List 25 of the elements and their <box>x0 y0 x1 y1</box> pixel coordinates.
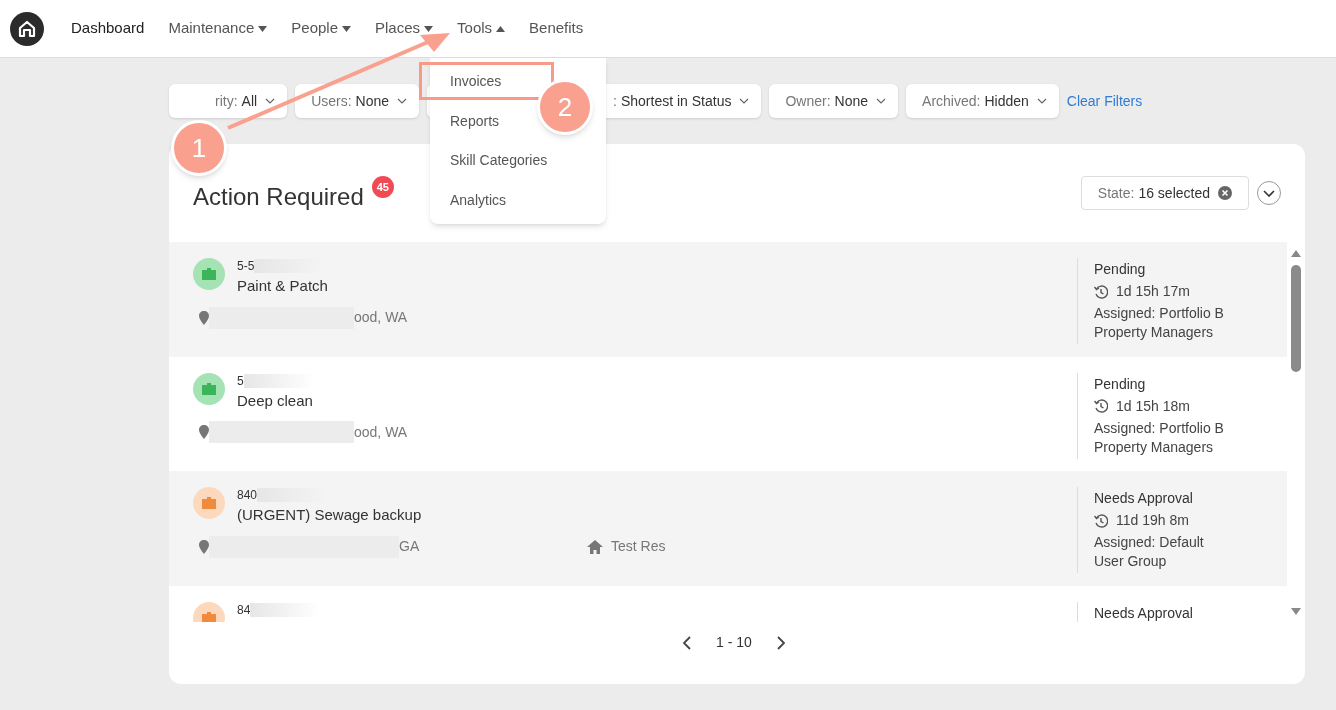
status-text: Pending <box>1094 260 1147 279</box>
order-number: 5 <box>237 372 244 390</box>
address-text: ood, WA <box>354 308 408 327</box>
order-number: 840 <box>237 487 258 505</box>
status-text: Needs Approval <box>1094 489 1194 509</box>
assigned-text: Assigned: Default User Group <box>1094 533 1205 572</box>
property-name: Test Res <box>611 537 666 557</box>
order-title: Paint & Patch <box>237 276 328 296</box>
order-title: (URGENT) Sewage backup <box>237 505 422 526</box>
assigned-text: Assigned: Portfolio B Property Managers <box>1094 304 1225 342</box>
duration-text: 1d 15h 17m <box>1116 282 1190 301</box>
order-number: 5-5 <box>237 258 255 275</box>
status-text: Needs Approval <box>1094 603 1194 622</box>
order-number: 84 <box>237 601 251 619</box>
address-text: GA <box>399 537 420 557</box>
panel-title: Action Required <box>193 182 364 212</box>
callout-number: 1 <box>171 120 227 176</box>
count-badge: 45 <box>371 176 394 198</box>
status-text: Pending <box>1094 374 1147 394</box>
assigned-text: Assigned: Portfolio B Property Managers <box>1094 418 1225 457</box>
duration-text: 11d 19h 8m <box>1116 511 1189 531</box>
page-range: 1 - 10 <box>715 633 753 652</box>
order-title: Deep clean <box>237 390 314 411</box>
address-text: ood, WA <box>354 422 408 442</box>
duration-text: 1d 15h 18m <box>1116 396 1190 416</box>
